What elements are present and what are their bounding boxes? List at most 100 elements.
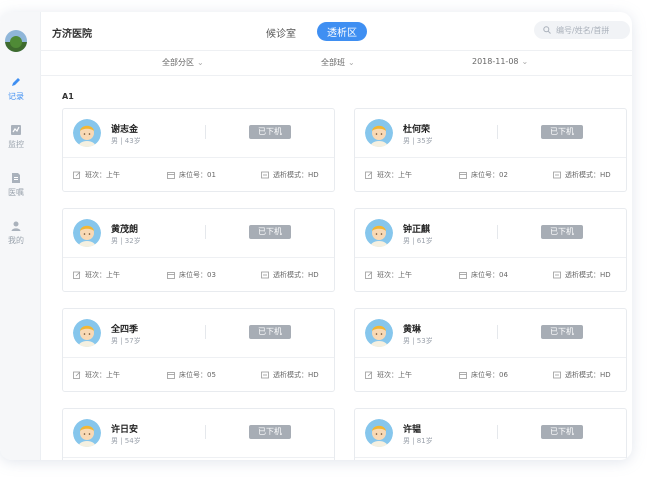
chart-icon (11, 125, 21, 135)
calendar-icon (459, 272, 467, 279)
divider (205, 225, 206, 239)
status-badge: 已下机 (249, 225, 291, 239)
sidebar-item-mine[interactable]: 我的 (0, 220, 32, 246)
mode-text: 透析模式：HD (273, 171, 319, 179)
patient-info: 男 | 35岁 (403, 137, 433, 145)
sidebar-item-label: 我的 (8, 236, 24, 245)
edit-icon (73, 271, 81, 279)
bed-info: 床位号：02 (459, 170, 508, 180)
sidebar-item-records[interactable]: 记录 (0, 76, 32, 102)
mode-text: 透析模式：HD (273, 271, 319, 279)
patient-card[interactable]: 谢志金 男 | 43岁 已下机 班次：上午 床位号：01 透析模式：HD (62, 108, 335, 192)
status-badge: 已下机 (249, 125, 291, 139)
divider (355, 257, 626, 258)
tab-dialysis-area[interactable]: 透析区 (317, 22, 367, 41)
patient-card[interactable]: 钟正麒 男 | 61岁 已下机 班次：上午 床位号：04 透析模式：HD (354, 208, 627, 292)
tab-waiting-room[interactable]: 候诊室 (266, 25, 296, 40)
status-badge: 已下机 (249, 325, 291, 339)
shift-text: 班次：上午 (85, 271, 120, 279)
calendar-icon (167, 272, 175, 279)
mode-info: 透析模式：HD (553, 270, 611, 280)
patient-name: 钟正麒 (403, 225, 431, 235)
patient-card[interactable]: 黄琳 男 | 53岁 已下机 班次：上午 床位号：06 透析模式：HD (354, 308, 627, 392)
bed-text: 床位号：03 (179, 271, 216, 279)
monitor-icon (261, 271, 269, 279)
mode-info: 透析模式：HD (553, 170, 611, 180)
divider (355, 357, 626, 358)
patient-avatar (73, 219, 101, 247)
monitor-icon (553, 271, 561, 279)
pencil-icon (12, 78, 20, 86)
divider (497, 125, 498, 139)
patient-card[interactable]: 全四季 男 | 57岁 已下机 班次：上午 床位号：05 透析模式：HD (62, 308, 335, 392)
bed-text: 床位号：04 (471, 271, 508, 279)
calendar-icon (167, 372, 175, 379)
shift-info: 班次：上午 (73, 370, 120, 380)
patient-avatar (365, 419, 393, 447)
patient-avatar (365, 119, 393, 147)
calendar-icon (459, 372, 467, 379)
patient-info: 男 | 43岁 (111, 137, 141, 145)
search-placeholder: 编号/姓名/首拼 (556, 26, 610, 35)
divider (63, 257, 334, 258)
status-badge: 已下机 (541, 425, 583, 439)
sidebar-item-monitor[interactable]: 监控 (0, 124, 32, 150)
shift-text: 班次：上午 (377, 371, 412, 379)
divider (205, 425, 206, 439)
shift-info: 班次：上午 (73, 270, 120, 280)
mode-text: 透析模式：HD (565, 171, 611, 179)
patient-name: 谢志金 (111, 125, 139, 135)
bed-info: 床位号：05 (167, 370, 216, 380)
sidebar-item-label: 记录 (8, 92, 24, 101)
zone-filter-label: 全部分区 (162, 58, 194, 67)
shift-info: 班次：上午 (365, 270, 412, 280)
date-filter[interactable]: 2018-11-08 ⌄ (472, 57, 528, 66)
patient-avatar (73, 119, 101, 147)
patient-card[interactable]: 许韫 男 | 81岁 已下机 (354, 408, 627, 460)
mode-info: 透析模式：HD (553, 370, 611, 380)
user-avatar[interactable] (5, 30, 27, 52)
bed-text: 床位号：06 (471, 371, 508, 379)
mode-info: 透析模式：HD (261, 270, 319, 280)
patient-card[interactable]: 许日安 男 | 54岁 已下机 (62, 408, 335, 460)
bed-info: 床位号：01 (167, 170, 216, 180)
monitor-icon (553, 171, 561, 179)
search-icon (543, 26, 551, 34)
bed-text: 床位号：01 (179, 171, 216, 179)
edit-icon (73, 171, 81, 179)
shift-filter[interactable]: 全部班 ⌄ (321, 57, 355, 68)
calendar-icon (167, 172, 175, 179)
patient-name: 许日安 (111, 425, 139, 435)
calendar-icon (459, 172, 467, 179)
sidebar-item-label: 医嘱 (8, 188, 24, 197)
patient-name: 黄琳 (403, 325, 422, 335)
sidebar-item-orders[interactable]: 医嘱 (0, 172, 32, 198)
shift-info: 班次：上午 (73, 170, 120, 180)
shift-text: 班次：上午 (85, 171, 120, 179)
bed-text: 床位号：05 (179, 371, 216, 379)
patient-avatar (73, 319, 101, 347)
patient-info: 男 | 57岁 (111, 337, 141, 345)
mode-text: 透析模式：HD (565, 271, 611, 279)
zone-filter[interactable]: 全部分区 ⌄ (162, 57, 204, 68)
search-input[interactable]: 编号/姓名/首拼 (534, 21, 630, 39)
patient-info: 男 | 81岁 (403, 437, 433, 445)
shift-text: 班次：上午 (85, 371, 120, 379)
patient-card[interactable]: 杜何荣 男 | 35岁 已下机 班次：上午 床位号：02 透析模式：HD (354, 108, 627, 192)
filter-bar: 全部分区 ⌄ 全部班 ⌄ 2018-11-08 ⌄ (40, 51, 632, 76)
mode-text: 透析模式：HD (565, 371, 611, 379)
mode-text: 透析模式：HD (273, 371, 319, 379)
bed-info: 床位号：06 (459, 370, 508, 380)
shift-filter-label: 全部班 (321, 58, 345, 67)
edit-icon (365, 171, 373, 179)
status-badge: 已下机 (249, 425, 291, 439)
shift-info: 班次：上午 (365, 170, 412, 180)
divider (63, 357, 334, 358)
edit-icon (365, 271, 373, 279)
hospital-name: 方济医院 (52, 29, 92, 40)
divider (497, 325, 498, 339)
divider (63, 457, 334, 458)
status-badge: 已下机 (541, 125, 583, 139)
section-title: A1 (62, 92, 74, 101)
patient-card[interactable]: 黄茂朗 男 | 32岁 已下机 班次：上午 床位号：03 透析模式：HD (62, 208, 335, 292)
